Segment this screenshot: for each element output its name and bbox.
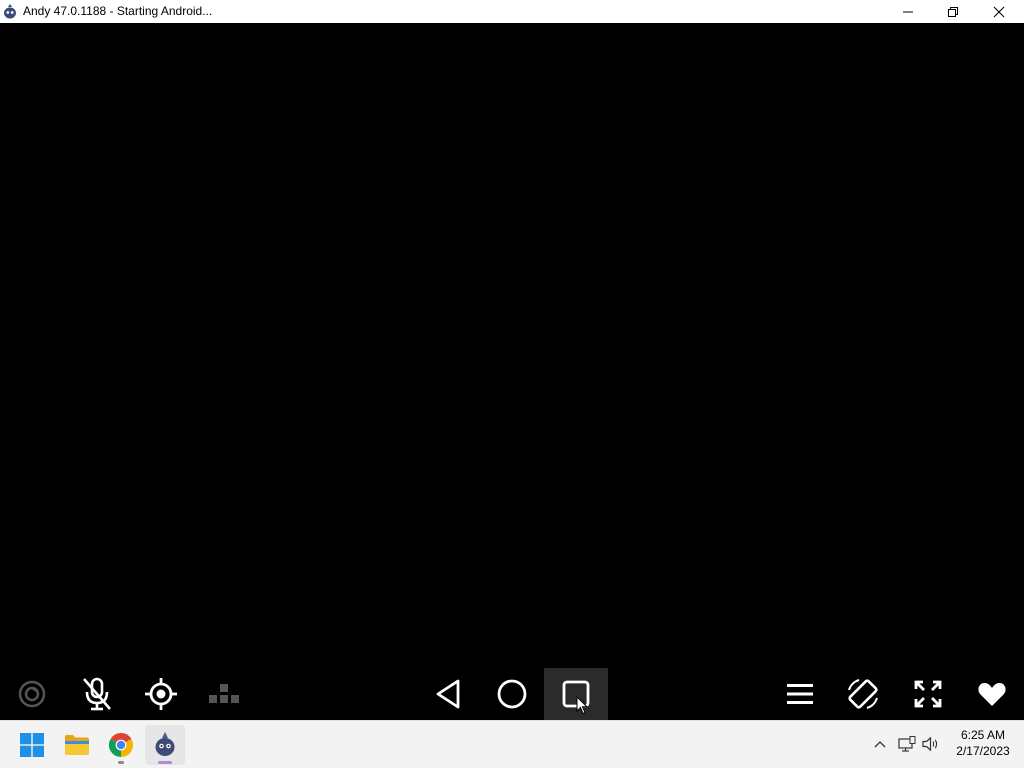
system-clock[interactable]: 6:25 AM 2/17/2023 [950, 727, 1016, 759]
keymap-button[interactable] [192, 668, 256, 720]
start-button[interactable] [12, 725, 52, 765]
chrome-icon [109, 733, 133, 757]
andy-icon [155, 732, 175, 756]
microphone-button[interactable] [65, 668, 129, 720]
fullscreen-button[interactable] [896, 668, 960, 720]
fullscreen-icon [914, 680, 942, 708]
favorite-button[interactable] [960, 668, 1024, 720]
emulator-toolbar [0, 668, 1024, 720]
restore-icon [948, 6, 958, 17]
taskbar-file-explorer[interactable] [57, 725, 97, 765]
mouse-cursor [576, 696, 588, 715]
clock-time: 6:25 AM [960, 728, 1006, 742]
network-button[interactable] [898, 732, 916, 756]
chevron-up-icon [874, 741, 886, 748]
minimize-icon [903, 11, 913, 12]
android-screen[interactable] [0, 23, 1024, 668]
andy-app-icon [4, 4, 16, 19]
rotate-icon [848, 679, 878, 709]
clock-date: 2/17/2023 [956, 744, 1010, 758]
taskbar-chrome[interactable] [101, 725, 141, 765]
window-title: Andy 47.0.1188 - Starting Android... [23, 4, 213, 18]
close-icon [993, 6, 1005, 17]
home-icon [497, 679, 527, 709]
back-button[interactable] [416, 668, 480, 720]
restore-button[interactable] [930, 0, 976, 23]
heart-icon [978, 683, 1006, 706]
active-indicator [158, 761, 172, 764]
gps-icon [145, 678, 177, 710]
back-icon [436, 679, 460, 709]
volume-button[interactable] [922, 732, 940, 756]
screenshot-button[interactable] [0, 668, 64, 720]
gps-button[interactable] [129, 668, 193, 720]
screenshot-icon [18, 680, 46, 708]
menu-icon [787, 684, 813, 704]
mic-muted-icon [83, 677, 111, 711]
show-hidden-icons-button[interactable] [871, 732, 889, 756]
home-button[interactable] [480, 668, 544, 720]
volume-icon [922, 736, 938, 752]
menu-button[interactable] [768, 668, 832, 720]
rotate-button[interactable] [831, 668, 895, 720]
close-button[interactable] [976, 0, 1022, 23]
network-icon [898, 736, 916, 752]
keymap-icon [209, 684, 239, 703]
taskbar-andy[interactable] [145, 725, 185, 765]
windows-start-icon [20, 733, 44, 757]
minimize-button[interactable] [885, 0, 931, 23]
title-bar: Andy 47.0.1188 - Starting Android... [0, 0, 1024, 23]
running-indicator [118, 761, 124, 764]
file-explorer-icon [65, 735, 89, 755]
